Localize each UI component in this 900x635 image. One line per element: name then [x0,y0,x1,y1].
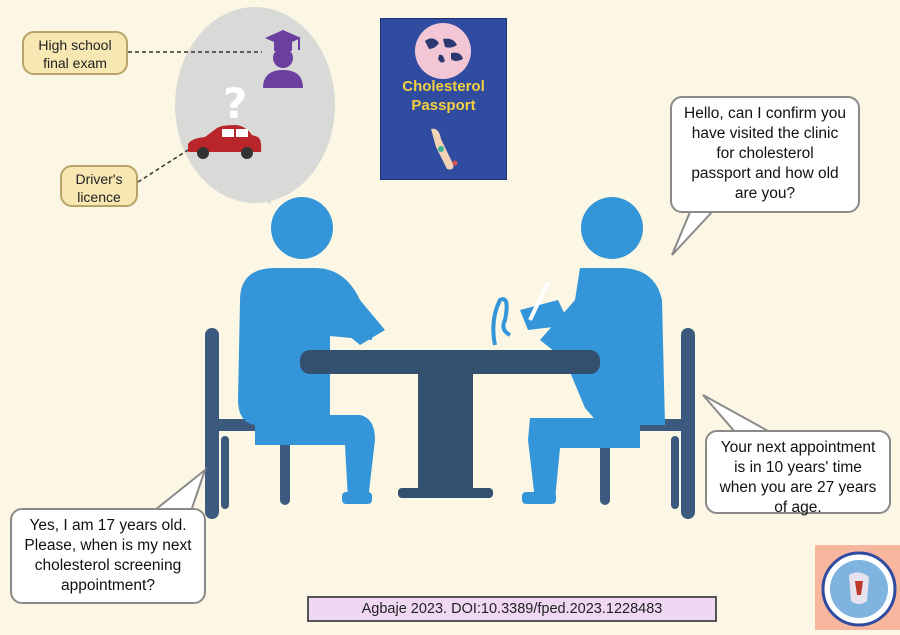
clinician-question-bubble: Hello, can I confirm you have visited th… [670,96,860,213]
cholesterol-passport: Cholesterol Passport [380,18,507,180]
licence-connector [137,149,189,183]
thought-cloud [175,7,335,205]
arm-icon [431,128,458,170]
passport-title: Cholesterol Passport [402,78,485,114]
clinician-reply-tail [702,394,771,433]
journal-logo-icon [815,545,900,630]
clinician-question-tail [671,211,713,256]
patient-answer-bubble: Yes, I am 17 years old. Please, when is … [10,508,206,604]
world-map-icon [415,23,471,79]
scribble-icon [491,297,511,346]
exam-tag: High school final exam [22,31,128,75]
question-mark-icon: ? [223,79,247,128]
licence-tag: Driver's licence [60,165,138,207]
citation-label: Agbaje 2023. DOI:10.3389/fped.2023.12284… [307,596,717,622]
clinician-reply-bubble: Your next appointment is in 10 years' ti… [705,430,891,516]
